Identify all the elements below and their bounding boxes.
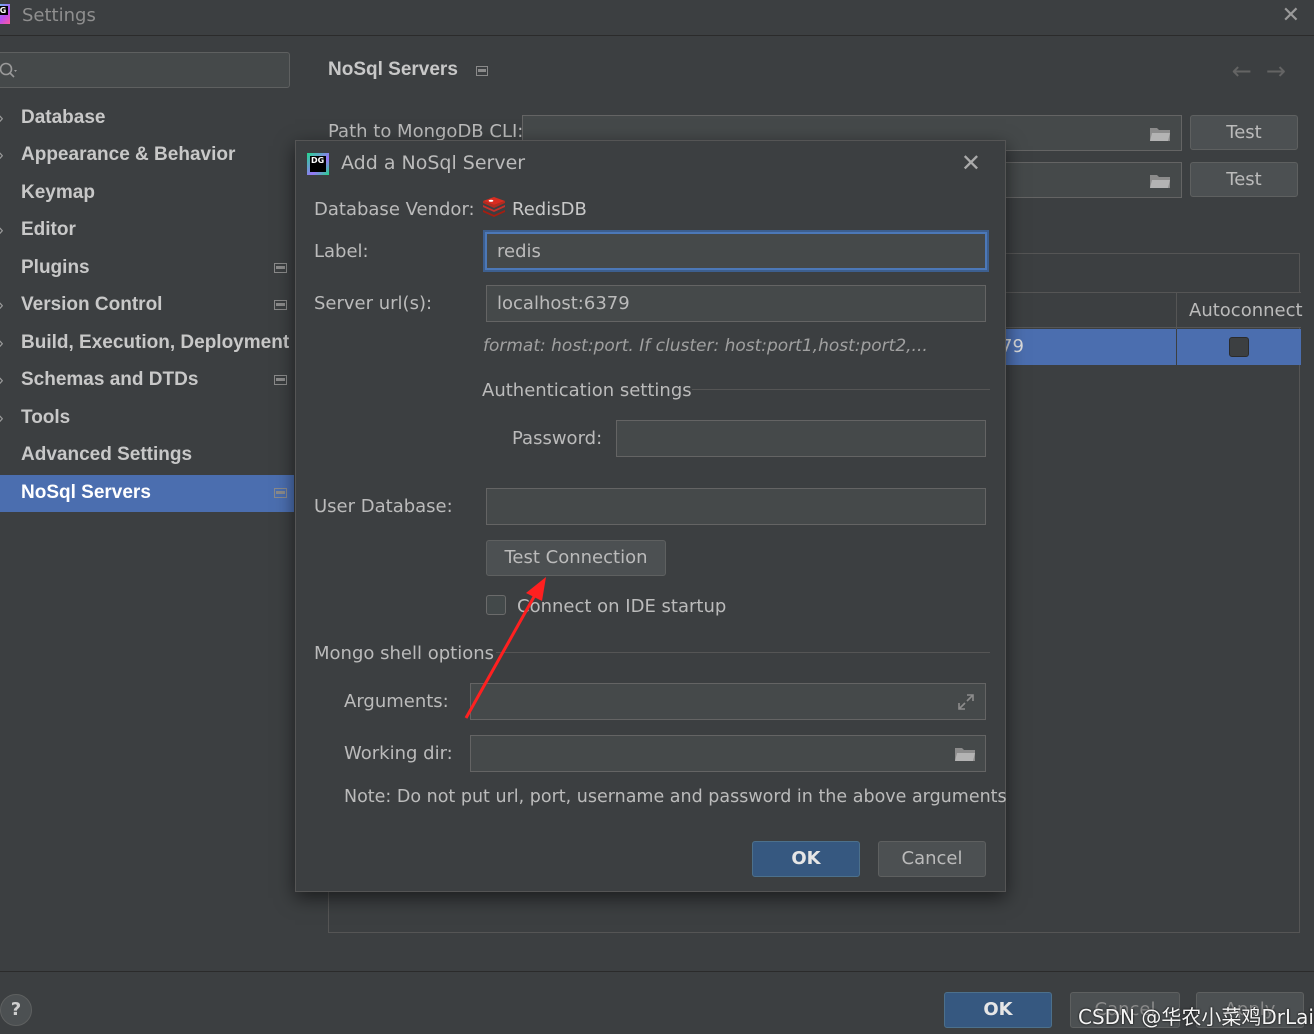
annotation-arrow — [464, 577, 546, 719]
app-icon: G — [0, 4, 10, 24]
add-nosql-server-dialog: DG Add a NoSql Server ✕ Database Vendor:… — [295, 140, 1007, 892]
dialog-ok-button[interactable]: OK — [752, 841, 860, 877]
forward-arrow-icon[interactable]: → — [1266, 57, 1300, 85]
sidebar-item-label: Schemas and DTDs — [21, 369, 199, 390]
user-database-label: User Database: — [314, 496, 453, 517]
project-scope-icon — [274, 375, 287, 385]
dialog-cancel-button[interactable]: Cancel — [878, 841, 986, 877]
test-cli-button[interactable]: Test — [1190, 115, 1298, 150]
arguments-note: Note: Do not put url, port, username and… — [344, 787, 1007, 807]
close-icon[interactable]: ✕ — [1282, 3, 1300, 28]
server-url-label: Server url(s): — [314, 293, 433, 314]
auth-separator — [692, 389, 990, 390]
sidebar-item-label: NoSql Servers — [21, 482, 151, 503]
test-second-button[interactable]: Test — [1190, 162, 1298, 197]
user-database-input[interactable] — [486, 488, 986, 525]
project-scope-icon — [274, 263, 287, 273]
cli-path-label: Path to MongoDB CLI: — [328, 121, 524, 142]
chevron-right-icon: › — [0, 370, 4, 390]
close-icon[interactable]: ✕ — [961, 149, 981, 177]
vendor-value: RedisDB — [512, 199, 587, 220]
folder-icon[interactable] — [1149, 126, 1171, 142]
label-input[interactable]: redis — [485, 232, 987, 270]
page-title: NoSql Servers — [328, 59, 458, 80]
label-field-label: Label: — [314, 241, 369, 262]
sidebar-item-editor[interactable]: › Editor — [0, 212, 294, 249]
auth-section-title: Authentication settings — [482, 380, 692, 401]
back-arrow-icon[interactable]: ← — [1232, 57, 1266, 85]
sidebar-item-label: Version Control — [21, 294, 163, 315]
password-input[interactable] — [616, 420, 986, 457]
project-scope-icon — [476, 66, 488, 76]
window-title: Settings — [22, 5, 96, 26]
working-dir-label: Working dir: — [344, 743, 453, 764]
folder-icon[interactable] — [1149, 173, 1171, 189]
settings-sidebar: › Database › Appearance & Behavior Keyma… — [0, 37, 302, 971]
datagrip-icon: DG — [307, 153, 329, 175]
chevron-right-icon: › — [0, 333, 4, 353]
title-bar: G Settings ✕ — [0, 0, 1314, 36]
format-hint: format: host:port. If cluster: host:port… — [483, 336, 928, 356]
sidebar-item-keymap[interactable]: Keymap — [0, 175, 294, 212]
dialog-title: Add a NoSql Server — [341, 152, 526, 174]
sidebar-item-tools[interactable]: › Tools — [0, 400, 294, 437]
sidebar-item-label: Tools — [21, 407, 71, 428]
help-button[interactable]: ? — [0, 994, 32, 1026]
arguments-label: Arguments: — [344, 691, 449, 712]
expand-icon[interactable] — [957, 693, 975, 711]
server-url-input[interactable]: localhost:6379 — [486, 285, 986, 322]
sidebar-item-label: Plugins — [21, 257, 90, 278]
chevron-right-icon: › — [0, 108, 4, 128]
sidebar-item-label: Advanced Settings — [21, 444, 193, 465]
bottom-bar: ? OK Cancel Apply CSDN @华农小菜鸡DrLai — [0, 971, 1314, 1034]
column-divider — [1176, 329, 1177, 365]
chevron-right-icon: › — [0, 145, 4, 165]
sidebar-item-database[interactable]: › Database — [0, 100, 294, 137]
autoconnect-header[interactable]: Autoconnect — [1189, 300, 1303, 321]
watermark: CSDN @华农小菜鸡DrLai — [1078, 1005, 1314, 1029]
sidebar-item-plugins[interactable]: Plugins — [0, 250, 294, 287]
search-input[interactable] — [0, 52, 290, 88]
vendor-label: Database Vendor: — [314, 199, 475, 220]
project-scope-icon — [274, 488, 287, 498]
sidebar-item-schemas[interactable]: › Schemas and DTDs — [0, 362, 294, 399]
ok-button[interactable]: OK — [944, 992, 1052, 1028]
sidebar-item-build[interactable]: › Build, Execution, Deployment — [0, 325, 294, 362]
chevron-right-icon: › — [0, 295, 4, 315]
second-path-input[interactable] — [1002, 162, 1182, 198]
sidebar-item-label: Keymap — [21, 182, 95, 203]
working-dir-input[interactable] — [470, 735, 986, 772]
autoconnect-checkbox[interactable] — [1229, 337, 1249, 357]
project-scope-icon — [274, 300, 287, 310]
chevron-right-icon: › — [0, 220, 4, 240]
test-connection-button[interactable]: Test Connection — [486, 540, 666, 576]
chevron-right-icon: › — [0, 408, 4, 428]
sidebar-item-version-control[interactable]: › Version Control — [0, 287, 294, 324]
back-forward-arrows[interactable]: ←→ — [1232, 57, 1300, 85]
mongo-separator — [496, 652, 990, 653]
sidebar-item-nosql-servers[interactable]: NoSql Servers — [0, 475, 294, 512]
sidebar-item-label: Editor — [21, 219, 76, 240]
sidebar-item-label: Appearance & Behavior — [21, 144, 236, 165]
search-icon — [0, 62, 17, 78]
sidebar-item-appearance[interactable]: › Appearance & Behavior — [0, 137, 294, 174]
redis-icon — [483, 197, 505, 217]
column-divider — [1176, 293, 1177, 329]
sidebar-item-label: Database — [21, 107, 106, 128]
password-label: Password: — [512, 428, 603, 449]
sidebar-item-advanced[interactable]: Advanced Settings — [0, 437, 294, 474]
folder-icon[interactable] — [954, 746, 976, 762]
sidebar-item-label: Build, Execution, Deployment — [21, 332, 290, 353]
